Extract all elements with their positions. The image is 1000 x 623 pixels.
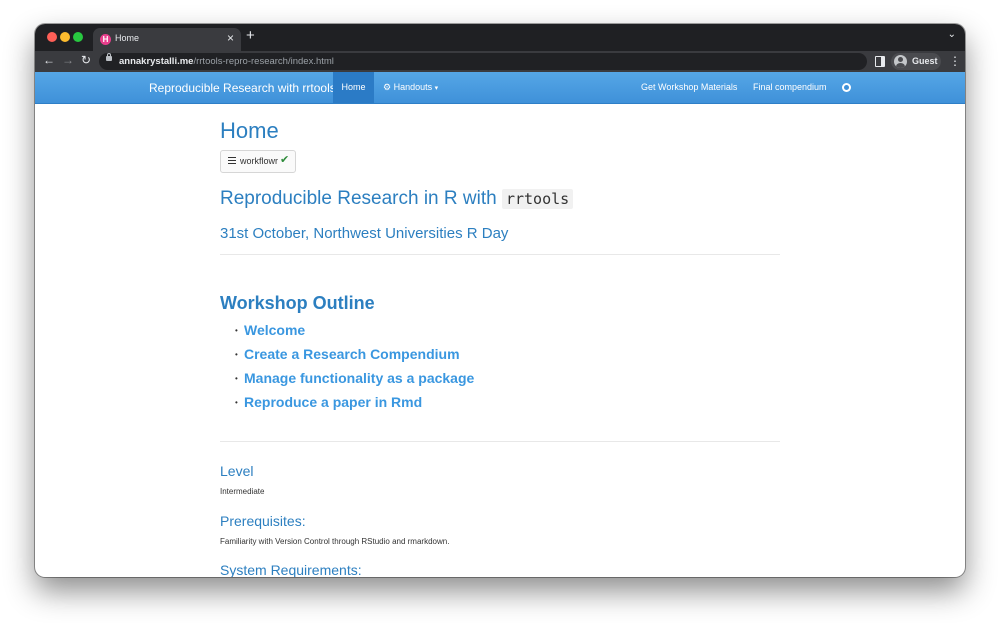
- page-title: Home: [220, 118, 279, 143]
- url-text: annakrystalli.me/rrtools-repro-research/…: [119, 56, 334, 67]
- outline-link-welcome[interactable]: Welcome: [244, 322, 305, 338]
- outline-link-compendium[interactable]: Create a Research Compendium: [244, 346, 460, 362]
- gear-icon: ⚙: [383, 82, 392, 92]
- list-item: Create a Research Compendium: [235, 346, 474, 370]
- divider: [220, 254, 780, 255]
- outline-list: Welcome Create a Research Compendium Man…: [235, 322, 474, 418]
- tab-search-chevron-icon[interactable]: ⌄: [948, 29, 956, 40]
- browser-tab[interactable]: H Home ×: [93, 28, 241, 51]
- new-tab-icon[interactable]: +: [246, 27, 255, 44]
- date-subheading: 31st October, Northwest Universities R D…: [220, 225, 509, 242]
- close-window-button[interactable]: [47, 32, 57, 42]
- list-item: Welcome: [235, 322, 474, 346]
- profile-button[interactable]: Guest: [891, 53, 941, 70]
- browser-toolbar: ← → ↻ annakrystalli.me/rrtools-repro-res…: [35, 51, 965, 72]
- maximize-window-button[interactable]: [73, 32, 83, 42]
- checkmark-icon: ✔: [280, 154, 290, 166]
- nav-handouts-dropdown[interactable]: ⚙ Handouts ▾: [383, 82, 438, 93]
- more-menu-icon[interactable]: ⋮: [949, 54, 961, 68]
- side-panel-icon[interactable]: [875, 56, 885, 67]
- forward-arrow-icon[interactable]: →: [62, 53, 74, 67]
- outline-link-reproduce[interactable]: Reproduce a paper in Rmd: [244, 394, 422, 410]
- outline-link-package[interactable]: Manage functionality as a package: [244, 370, 474, 386]
- minimize-window-button[interactable]: [60, 32, 70, 42]
- page-content: Home workflowr ✔ Reproducible Research i…: [35, 104, 965, 577]
- browser-window: H Home × + ⌄ ← → ↻ annakrystalli.me/rrto…: [35, 24, 965, 577]
- address-bar[interactable]: annakrystalli.me/rrtools-repro-research/…: [99, 53, 867, 70]
- nav-handouts-label: Handouts: [393, 82, 433, 92]
- github-icon[interactable]: [842, 83, 851, 92]
- level-heading: Level: [220, 463, 254, 479]
- nav-final-compendium[interactable]: Final compendium: [753, 82, 827, 92]
- favicon-icon: H: [100, 34, 111, 45]
- prereq-text: Familiarity with Version Control through…: [220, 537, 450, 546]
- navbar-brand[interactable]: Reproducible Research with rrtools: [149, 81, 336, 95]
- main-heading-code: rrtools: [501, 189, 574, 209]
- reload-icon[interactable]: ↻: [81, 53, 91, 67]
- prereq-heading: Prerequisites:: [220, 513, 306, 529]
- sysreq-heading: System Requirements:: [220, 562, 362, 577]
- list-item: Manage functionality as a package: [235, 370, 474, 394]
- nav-get-materials[interactable]: Get Workshop Materials: [641, 82, 737, 92]
- nav-home[interactable]: Home: [333, 72, 374, 103]
- list-icon: [228, 157, 236, 164]
- profile-name: Guest: [912, 56, 938, 66]
- workflowr-button[interactable]: workflowr ✔: [220, 150, 296, 173]
- main-heading: Reproducible Research in R with rrtools: [220, 188, 574, 210]
- back-arrow-icon[interactable]: ←: [43, 53, 55, 67]
- tab-title: Home: [115, 33, 140, 43]
- main-heading-text: Reproducible Research in R with: [220, 188, 497, 209]
- lock-icon: [106, 53, 112, 61]
- level-text: Intermediate: [220, 487, 265, 496]
- divider: [220, 441, 780, 442]
- tab-close-icon[interactable]: ×: [227, 31, 234, 45]
- workflowr-label: workflowr: [240, 156, 279, 166]
- caret-down-icon: ▾: [434, 85, 439, 92]
- site-navbar: Reproducible Research with rrtools Home …: [35, 72, 965, 104]
- avatar-icon: [894, 55, 907, 68]
- list-item: Reproduce a paper in Rmd: [235, 394, 474, 418]
- tab-strip: H Home × + ⌄: [35, 24, 965, 51]
- outline-heading: Workshop Outline: [220, 293, 375, 313]
